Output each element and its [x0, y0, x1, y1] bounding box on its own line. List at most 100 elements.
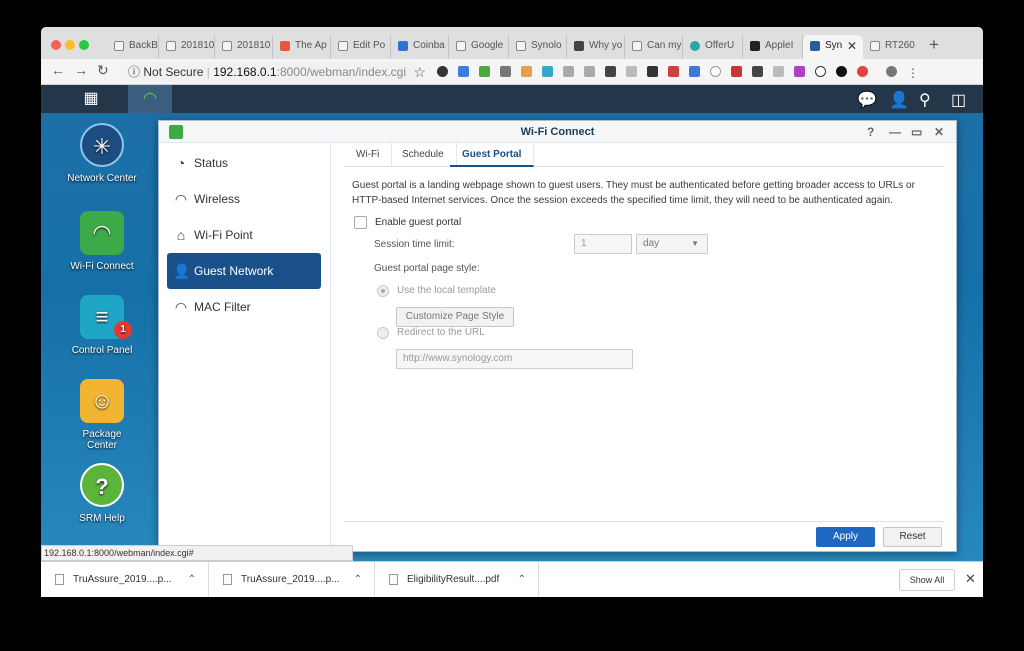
- user-icon[interactable]: 👤: [889, 90, 909, 110]
- widgets-icon[interactable]: ◫: [951, 90, 966, 110]
- extension-icon[interactable]: [836, 66, 847, 77]
- extension-icon[interactable]: [605, 66, 616, 77]
- maximize-icon[interactable]: ▭: [911, 121, 922, 143]
- close-downloads-icon[interactable]: ✕: [965, 571, 976, 587]
- browser-tab[interactable]: The Ap: [273, 35, 331, 59]
- new-tab-button[interactable]: +: [929, 35, 939, 55]
- pdf-file-icon: [389, 574, 398, 585]
- document-icon: [516, 41, 526, 51]
- sidebar-item-mac-filter[interactable]: ◠ MAC Filter: [167, 289, 321, 325]
- extension-icon[interactable]: [689, 66, 700, 77]
- sidebar-item-label: Wireless: [194, 192, 241, 206]
- browser-tab[interactable]: Edit Po: [331, 35, 391, 59]
- extension-icon[interactable]: [647, 66, 658, 77]
- help-icon[interactable]: ?: [867, 121, 874, 143]
- extension-icon[interactable]: [710, 66, 721, 77]
- address-bar[interactable]: ⓘ Not Secure | 192.168.0.1:8000/webman/i…: [120, 62, 426, 82]
- desktop-icon-wifi-connect[interactable]: ◠ Wi-Fi Connect: [59, 211, 145, 272]
- send-icon[interactable]: [542, 66, 553, 77]
- browser-tab[interactable]: RT260: [863, 35, 921, 59]
- minimize-icon[interactable]: —: [889, 121, 901, 143]
- desktop-icon-label: Wi-Fi Connect: [70, 261, 134, 272]
- extension-icon[interactable]: [458, 66, 469, 77]
- play-icon: [280, 41, 290, 51]
- chrome-icon[interactable]: [857, 66, 868, 77]
- browser-tab[interactable]: Google: [449, 35, 509, 59]
- wifi-connect-task-icon[interactable]: ◠: [128, 85, 172, 113]
- browser-tab[interactable]: Why yo: [567, 35, 625, 59]
- mail-icon[interactable]: [563, 66, 574, 77]
- back-icon[interactable]: ←: [51, 62, 65, 78]
- download-item[interactable]: TruAssure_2019....p... ⌃: [209, 562, 375, 597]
- download-item[interactable]: EligibilityResult....pdf ⌃: [375, 562, 539, 597]
- sidebar-item-wifi-point[interactable]: ⌂ Wi-Fi Point: [167, 217, 321, 253]
- profile-avatar[interactable]: [886, 66, 897, 77]
- chevron-up-icon[interactable]: ⌃: [188, 562, 196, 597]
- browser-tab[interactable]: Synolo: [509, 35, 567, 59]
- status-bar-url: 192.168.0.1:8000/webman/index.cgi#: [41, 545, 353, 561]
- apply-button[interactable]: Apply: [816, 527, 875, 547]
- extension-icon[interactable]: [731, 66, 742, 77]
- reload-icon[interactable]: ↻: [97, 62, 109, 79]
- extension-icon[interactable]: [794, 66, 805, 77]
- close-icon[interactable]: ✕: [934, 121, 944, 143]
- extension-icon[interactable]: [626, 66, 637, 77]
- show-all-button[interactable]: Show All: [899, 569, 955, 591]
- extension-icon[interactable]: [437, 66, 448, 77]
- session-unit-select[interactable]: day ▼: [636, 234, 708, 254]
- redirect-url-input[interactable]: http://www.synology.com: [396, 349, 633, 369]
- extension-icon[interactable]: [752, 66, 763, 77]
- customize-page-style-button[interactable]: Customize Page Style: [396, 307, 514, 327]
- search-icon[interactable]: ⚲: [919, 90, 931, 110]
- download-item[interactable]: TruAssure_2019....p... ⌃: [41, 562, 209, 597]
- minimize-window-icon[interactable]: [65, 40, 75, 50]
- sidebar-item-status[interactable]: ◔ Status: [167, 145, 321, 181]
- browser-tab[interactable]: BackBe: [107, 35, 159, 59]
- camera-icon[interactable]: [500, 66, 511, 77]
- chevron-up-icon[interactable]: ⌃: [518, 562, 526, 597]
- desktop-icon-network-center[interactable]: ✳ Network Center: [59, 123, 145, 184]
- browser-tab[interactable]: Can my: [625, 35, 683, 59]
- sidebar-item-guest-network[interactable]: 👤 Guest Network: [167, 253, 321, 289]
- main-menu-icon[interactable]: ▦: [69, 85, 113, 113]
- browser-tab[interactable]: AppleI: [743, 35, 803, 59]
- tab-label: 201810: [237, 40, 271, 51]
- desktop-icon-srm-help[interactable]: ? SRM Help: [59, 463, 145, 524]
- sidebar-item-wireless[interactable]: ◠ Wireless: [167, 181, 321, 217]
- extension-icon[interactable]: [773, 66, 784, 77]
- browser-tab[interactable]: Coinba: [391, 35, 449, 59]
- tab-wifi[interactable]: Wi-Fi: [344, 143, 393, 167]
- browser-tab-active[interactable]: Syn ✕: [803, 35, 863, 59]
- bookmark-star-icon[interactable]: ☆: [413, 62, 426, 82]
- sidebar-item-label: Guest Network: [194, 264, 274, 278]
- desktop-icon-package-center[interactable]: ☺ Package Center: [59, 379, 145, 451]
- menu-dots-icon[interactable]: ⋮: [907, 66, 919, 80]
- enable-guest-portal-checkbox[interactable]: [354, 216, 367, 229]
- reset-button[interactable]: Reset: [883, 527, 942, 547]
- local-template-radio[interactable]: [377, 285, 389, 297]
- close-window-icon[interactable]: [51, 40, 61, 50]
- browser-tab[interactable]: 201810: [215, 35, 273, 59]
- tab-label: Coinba: [413, 40, 445, 51]
- extension-icon[interactable]: [668, 66, 679, 77]
- session-time-input[interactable]: 1: [574, 234, 632, 254]
- redirect-url-radio[interactable]: [377, 327, 389, 339]
- forward-icon[interactable]: →: [74, 62, 88, 78]
- zoom-window-icon[interactable]: [79, 40, 89, 50]
- wifi-app-icon: [169, 125, 183, 139]
- download-name: EligibilityResult....pdf: [407, 574, 500, 585]
- extension-icon[interactable]: [584, 66, 595, 77]
- extension-icon[interactable]: [479, 66, 490, 77]
- extension-icon[interactable]: [521, 66, 532, 77]
- extension-icon[interactable]: [815, 66, 826, 77]
- browser-tab[interactable]: OfferU: [683, 35, 743, 59]
- browser-tab[interactable]: 201810: [159, 35, 215, 59]
- notifications-icon[interactable]: 💬: [857, 90, 877, 110]
- window-controls: [51, 39, 93, 53]
- tab-schedule[interactable]: Schedule: [390, 143, 457, 167]
- close-tab-icon[interactable]: ✕: [847, 35, 857, 57]
- chevron-up-icon[interactable]: ⌃: [354, 562, 362, 597]
- desktop-icon-control-panel[interactable]: ≡ 1 Control Panel: [59, 295, 145, 356]
- tab-guest-portal[interactable]: Guest Portal: [450, 143, 535, 167]
- info-icon[interactable]: ⓘ: [128, 65, 140, 79]
